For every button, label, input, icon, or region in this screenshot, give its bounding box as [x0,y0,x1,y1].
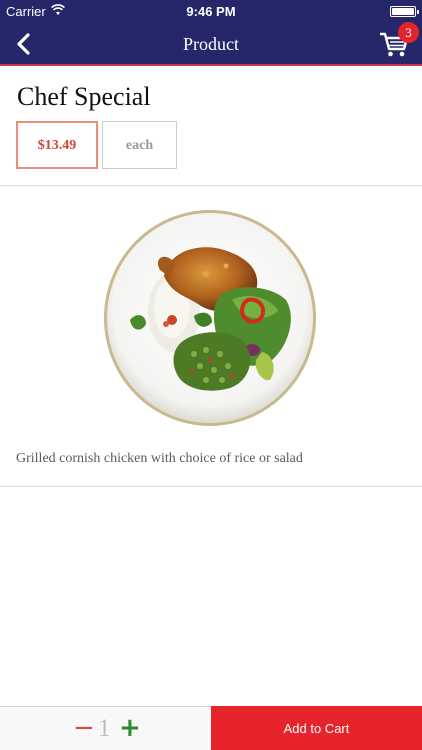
increase-quantity-button[interactable]: + [119,713,141,743]
price-option[interactable]: $13.49 [16,121,98,169]
bottom-action-bar: − 1 + Add to Cart [0,706,422,750]
quantity-stepper: − 1 + [0,707,211,750]
status-bar: Carrier 9:46 PM [0,0,422,22]
divider [0,486,422,487]
navigation-bar: Product 3 [0,22,422,66]
status-time: 9:46 PM [186,4,236,19]
unit-option[interactable]: each [102,121,177,169]
battery-icon [390,6,419,17]
cart-count-badge: 3 [398,22,419,43]
page-title: Product [183,34,239,54]
decrease-quantity-button[interactable]: − [73,713,95,743]
top-bar: Carrier 9:46 PM Product 3 [0,0,422,66]
product-description: Grilled cornish chicken with choice of r… [16,451,303,466]
product-image [104,210,316,426]
product-title: Chef Special [17,82,151,111]
add-to-cart-button[interactable]: Add to Cart [211,706,422,750]
divider [0,185,422,186]
quantity-value: 1 [98,715,111,742]
